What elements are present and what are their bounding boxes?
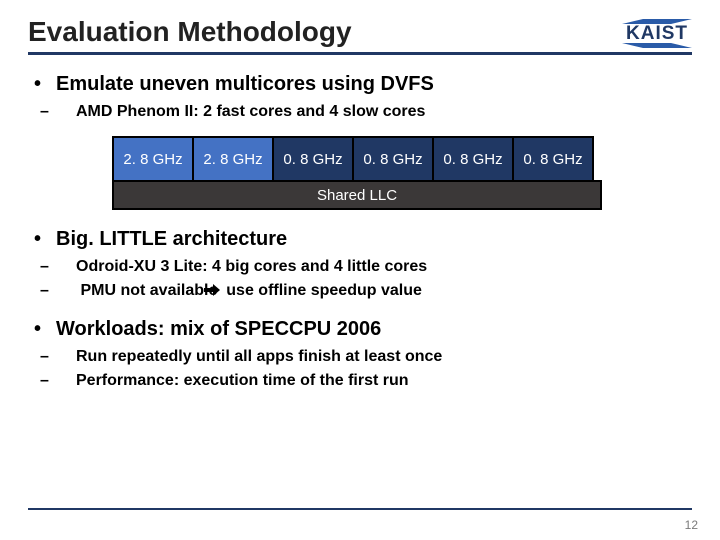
core-slow-4: 0. 8 GHz — [512, 136, 594, 182]
title-row: Evaluation Methodology KAIST — [28, 16, 692, 55]
llc-row: Shared LLC — [114, 182, 692, 210]
sub-pmu-a: PMU not available — [80, 282, 221, 299]
bullet-dvfs-sub: AMD Phenom II: 2 fast cores and 4 slow c… — [28, 100, 692, 124]
bullet-biglittle-head: Big. LITTLE architecture — [28, 228, 692, 251]
bullet-workloads: Workloads: mix of SPECCPU 2006 Run repea… — [28, 318, 692, 393]
bullet-biglittle: Big. LITTLE architecture Odroid-XU 3 Lit… — [28, 228, 692, 304]
bullet-workloads-head: Workloads: mix of SPECCPU 2006 — [28, 318, 692, 341]
bullet-workloads-sub: Run repeatedly until all apps finish at … — [28, 345, 692, 393]
bullet-dvfs-head: Emulate uneven multicores using DVFS — [28, 73, 692, 96]
bullet-biglittle-sub: Odroid-XU 3 Lite: 4 big cores and 4 litt… — [28, 255, 692, 304]
core-fast-1: 2. 8 GHz — [112, 136, 194, 182]
shared-llc: Shared LLC — [112, 180, 602, 210]
sub-amd-phenom: AMD Phenom II: 2 fast cores and 4 slow c… — [28, 100, 692, 124]
sub-performance: Performance: execution time of the first… — [28, 369, 692, 393]
core-row: 2. 8 GHz 2. 8 GHz 0. 8 GHz 0. 8 GHz 0. 8… — [114, 136, 692, 182]
kaist-logo: KAIST — [622, 19, 692, 48]
sub-pmu-b: use offline speedup value — [226, 282, 422, 299]
core-slow-1: 0. 8 GHz — [272, 136, 354, 182]
footer-divider — [28, 508, 692, 510]
core-diagram: 2. 8 GHz 2. 8 GHz 0. 8 GHz 0. 8 GHz 0. 8… — [114, 136, 692, 210]
content-list: Emulate uneven multicores using DVFS AMD… — [28, 73, 692, 393]
core-fast-2: 2. 8 GHz — [192, 136, 274, 182]
core-slow-3: 0. 8 GHz — [432, 136, 514, 182]
sub-odroid: Odroid-XU 3 Lite: 4 big cores and 4 litt… — [28, 255, 692, 279]
bullet-dvfs: Emulate uneven multicores using DVFS AMD… — [28, 73, 692, 210]
logo-text: KAIST — [626, 24, 688, 43]
core-slow-2: 0. 8 GHz — [352, 136, 434, 182]
sub-run-repeatedly: Run repeatedly until all apps finish at … — [28, 345, 692, 369]
page-number: 12 — [685, 518, 698, 532]
page-title: Evaluation Methodology — [28, 16, 352, 48]
sub-pmu: PMU not available use offline speedup va… — [28, 279, 692, 304]
